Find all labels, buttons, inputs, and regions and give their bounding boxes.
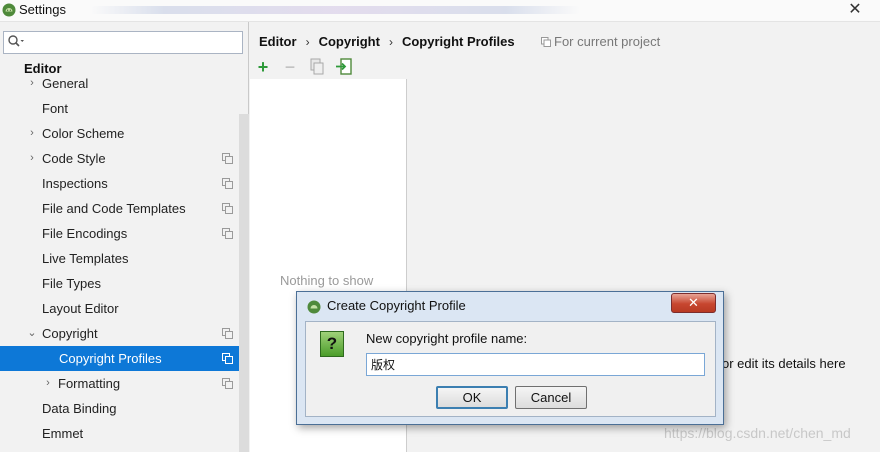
sidebar-item-file-and-code-templates[interactable]: File and Code Templates — [0, 196, 249, 221]
sidebar-item-label: Emmet — [42, 426, 84, 441]
sidebar-item-label: Live Templates — [42, 251, 129, 266]
add-profile-button[interactable]: + — [253, 57, 273, 77]
scope-note: For current project — [541, 34, 660, 50]
project-scope-icon — [541, 37, 551, 47]
blurred-title-path — [90, 6, 580, 14]
sidebar-item-emmet[interactable]: Emmet — [0, 421, 249, 446]
sidebar-item-label: Data Binding — [42, 401, 117, 416]
breadcrumb-separator: › — [388, 35, 393, 49]
sidebar-item-font[interactable]: Font — [0, 96, 249, 121]
breadcrumb-copyright-profiles: Copyright Profiles — [401, 34, 515, 49]
sidebar-item-layout-editor[interactable]: Layout Editor — [0, 296, 249, 321]
empty-list-text: Nothing to show — [280, 273, 374, 288]
dialog-title: Create Copyright Profile — [327, 298, 466, 313]
breadcrumb-editor[interactable]: Editor — [259, 34, 297, 49]
sidebar-item-label: Layout Editor — [42, 301, 119, 316]
window-title: Settings — [19, 2, 66, 17]
remove-icon: − — [284, 57, 296, 77]
window-title-bar: Settings ✕ — [0, 0, 880, 22]
add-icon: + — [257, 57, 269, 77]
import-profile-icon[interactable] — [334, 57, 354, 77]
window-close-button[interactable]: ✕ — [840, 0, 870, 21]
breadcrumb: Editor › Copyright › Copyright Profiles — [259, 33, 515, 51]
sidebar-item-color-scheme[interactable]: › Color Scheme — [0, 121, 249, 146]
settings-sidebar: Editor › General Font › Color Scheme › Code St… — [0, 22, 249, 452]
dialog-prompt: New copyright profile name: — [366, 331, 528, 346]
profiles-toolbar: + − — [250, 55, 410, 79]
chevron-right-icon[interactable]: › — [27, 121, 37, 146]
question-icon: ? — [320, 331, 344, 357]
sidebar-item-copyright-profiles[interactable]: Copyright Profiles — [0, 346, 249, 371]
settings-search-input[interactable] — [28, 34, 238, 51]
sidebar-item-label: General — [42, 76, 89, 91]
sidebar-item-formatting[interactable]: › Formatting — [0, 371, 249, 396]
chevron-right-icon[interactable]: › — [43, 371, 53, 396]
android-studio-icon — [307, 300, 321, 314]
scope-note-text: For current project — [554, 34, 661, 49]
project-scope-icon — [222, 228, 233, 239]
sidebar-item-copyright[interactable]: ⌄ Copyright — [0, 321, 249, 346]
sidebar-item-label: File and Code Templates — [42, 201, 186, 216]
sidebar-item-label: File Types — [42, 276, 102, 291]
watermark-text: https://blog.csdn.net/chen_md — [664, 425, 851, 441]
chevron-down-icon[interactable]: ⌄ — [27, 321, 37, 346]
breadcrumb-copyright[interactable]: Copyright — [319, 34, 380, 49]
sidebar-item-label: Formatting — [58, 376, 121, 391]
project-scope-icon — [222, 353, 233, 364]
sidebar-item-code-style[interactable]: › Code Style — [0, 146, 249, 171]
copy-profile-icon[interactable] — [307, 57, 327, 77]
android-studio-icon — [2, 3, 16, 17]
sidebar-item-file-encodings[interactable]: File Encodings — [0, 221, 249, 246]
sidebar-item-data-binding[interactable]: Data Binding — [0, 396, 249, 421]
sidebar-item-label: Color Scheme — [42, 126, 125, 141]
project-scope-icon — [222, 153, 233, 164]
sidebar-item-live-templates[interactable]: Live Templates — [0, 246, 249, 271]
sidebar-item-general[interactable]: › General — [0, 71, 249, 96]
sidebar-item-label: Font — [42, 101, 69, 116]
sidebar-item-inspections[interactable]: Inspections — [0, 171, 249, 196]
settings-search-box[interactable] — [3, 31, 243, 54]
project-scope-icon — [222, 328, 233, 339]
breadcrumb-separator: › — [305, 35, 310, 49]
remove-profile-button[interactable]: − — [280, 57, 300, 77]
project-scope-icon — [222, 203, 233, 214]
sidebar-item-label: Code Style — [42, 151, 106, 166]
sidebar-item-label: Copyright — [42, 326, 98, 341]
search-icon[interactable] — [7, 34, 25, 50]
sidebar-scrollbar[interactable] — [239, 114, 249, 452]
dialog-close-button[interactable]: ✕ — [671, 293, 716, 313]
details-hint-text: or edit its details here — [722, 356, 846, 371]
sidebar-item-label: Inspections — [42, 176, 108, 191]
chevron-right-icon[interactable]: › — [27, 146, 37, 171]
create-profile-dialog: Create Copyright Profile ✕ ? New copyrig… — [296, 291, 724, 425]
sidebar-item-label: File Encodings — [42, 226, 128, 241]
cancel-button[interactable]: Cancel — [515, 386, 587, 409]
sidebar-item-file-types[interactable]: File Types — [0, 271, 249, 296]
sidebar-item-label: Copyright Profiles — [59, 351, 162, 366]
chevron-right-icon[interactable]: › — [27, 71, 37, 96]
project-scope-icon — [222, 378, 233, 389]
profile-name-input[interactable] — [366, 353, 705, 376]
ok-button[interactable]: OK — [436, 386, 508, 409]
dialog-body: ? New copyright profile name: OK Cancel — [305, 321, 716, 417]
project-scope-icon — [222, 178, 233, 189]
